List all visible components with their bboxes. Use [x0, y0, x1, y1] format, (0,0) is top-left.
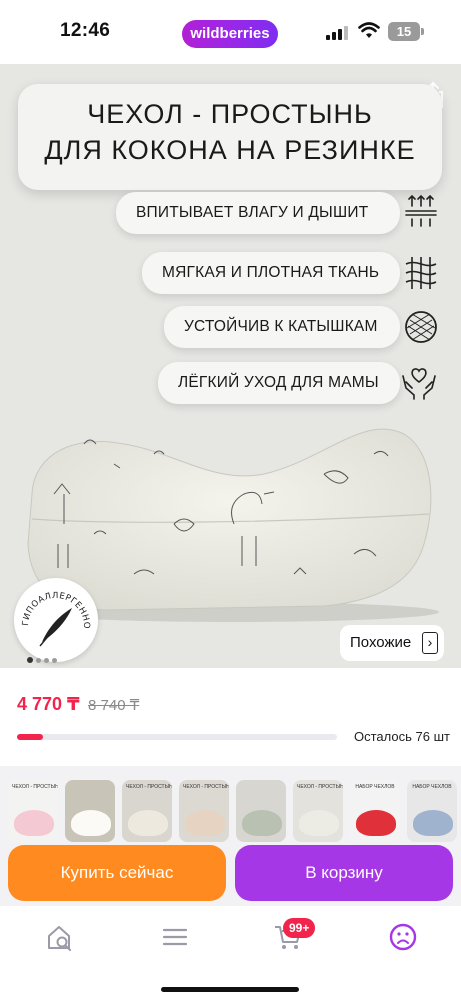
pagination-dot	[27, 657, 33, 663]
thumbnail-4[interactable]: ЧЕХОЛ - ПРОСТЫНЬ ДЛЯ КОКОНА	[179, 780, 229, 842]
pagination-dot	[44, 658, 49, 663]
title-line-1: ЧЕХОЛ - ПРОСТЫНЬ	[87, 99, 373, 129]
thumbnail-product-shape	[356, 810, 396, 836]
cart-badge: 99+	[283, 918, 316, 938]
pagination-dot	[52, 658, 57, 663]
thumbnail-caption: НАБОР ЧЕХЛОВ	[355, 784, 395, 790]
home-indicator	[161, 987, 299, 992]
app-pill[interactable]: wildberries	[182, 20, 278, 48]
thumbnail-caption: ЧЕХОЛ - ПРОСТЫНЬ ДЛЯ КОКОНА	[126, 784, 172, 790]
thumbnail-product-shape	[299, 810, 339, 836]
wifi-icon	[358, 22, 380, 38]
cellular-signal-icon	[326, 24, 348, 40]
feature-badge: ВПИТЫВАЕТ ВЛАГУ И ДЫШИТ	[116, 192, 400, 234]
thumbnail-8[interactable]: НАБОР ЧЕХЛОВ	[407, 780, 457, 842]
thumbnail-product-shape	[128, 810, 168, 836]
status-bar: 12:46 wildberries 15	[0, 0, 461, 64]
breathable-fabric-icon	[405, 194, 437, 227]
thumbnail-6[interactable]: ЧЕХОЛ - ПРОСТЫНЬ ДЛЯ КОКОНА	[293, 780, 343, 842]
product-title-card: ЧЕХОЛ - ПРОСТЫНЬ ДЛЯ КОКОНА НА РЕЗИНКЕ	[18, 84, 442, 190]
status-time: 12:46	[60, 20, 111, 41]
thumbnail-3[interactable]: ЧЕХОЛ - ПРОСТЫНЬ ДЛЯ КОКОНА	[122, 780, 172, 842]
thumbnail-5[interactable]	[236, 780, 286, 842]
stock-progress-bar	[17, 734, 337, 740]
pilling-resistant-icon	[405, 311, 437, 343]
profile-icon[interactable]	[388, 922, 418, 952]
similar-label: Похожие	[350, 634, 412, 651]
feature-badge: УСТОЙЧИВ К КАТЫШКАМ	[164, 306, 400, 348]
thumbnail-product-shape	[242, 810, 282, 836]
thumbnail-7[interactable]: НАБОР ЧЕХЛОВ	[350, 780, 400, 842]
stock-progress-fill	[17, 734, 43, 740]
add-to-cart-button[interactable]: В корзину	[235, 845, 453, 901]
thumbnail-strip[interactable]: ЧЕХОЛ - ПРОСТЫНЬ ДЛЯ КОКОНА ЧЕХОЛ - ПРОСТ…	[8, 780, 461, 842]
thumbnail-caption: НАБОР ЧЕХЛОВ	[412, 784, 452, 790]
similar-products-button[interactable]: Похожие ›	[340, 625, 444, 661]
thumbnail-2[interactable]	[65, 780, 115, 842]
thumbnail-caption: ЧЕХОЛ - ПРОСТЫНЬ ДЛЯ КОКОНА	[12, 784, 58, 790]
product-image-gallery[interactable]: ‹ ЧЕХОЛ - ПРОСТЫНЬ ДЛЯ КОКОНА НА РЕЗИНКЕ…	[0, 64, 461, 668]
gallery-pagination	[27, 650, 60, 663]
thumbnail-caption: ЧЕХОЛ - ПРОСТЫНЬ ДЛЯ КОКОНА	[183, 784, 229, 790]
catalog-menu-icon[interactable]	[160, 922, 190, 952]
old-price: 8 740 ₸	[88, 697, 140, 714]
buy-now-button[interactable]: Купить сейчас	[8, 845, 226, 901]
feature-badge: МЯГКАЯ И ПЛОТНАЯ ТКАНЬ	[142, 252, 400, 294]
thumbnail-caption: ЧЕХОЛ - ПРОСТЫНЬ ДЛЯ КОКОНА	[297, 784, 343, 790]
thumbnail-product-shape	[14, 810, 54, 836]
thumbnail-product-shape	[71, 810, 111, 836]
bottom-navigation: 99+	[0, 906, 461, 999]
thumbnail-product-shape	[185, 810, 225, 836]
current-price: 4 770 ₸	[17, 694, 80, 714]
stock-remaining: Осталось 76 шт	[354, 729, 450, 744]
thumbnail-1[interactable]: ЧЕХОЛ - ПРОСТЫНЬ ДЛЯ КОКОНА	[8, 780, 58, 842]
battery-icon: 15	[388, 22, 420, 41]
thumbnail-product-shape	[413, 810, 453, 836]
dense-weave-icon	[405, 257, 437, 289]
battery-tip	[421, 28, 424, 35]
pagination-dot	[36, 658, 41, 663]
chevron-right-icon: ›	[422, 632, 438, 654]
home-search-icon[interactable]	[45, 922, 75, 952]
title-line-2: ДЛЯ КОКОНА НА РЕЗИНКЕ	[44, 135, 416, 165]
